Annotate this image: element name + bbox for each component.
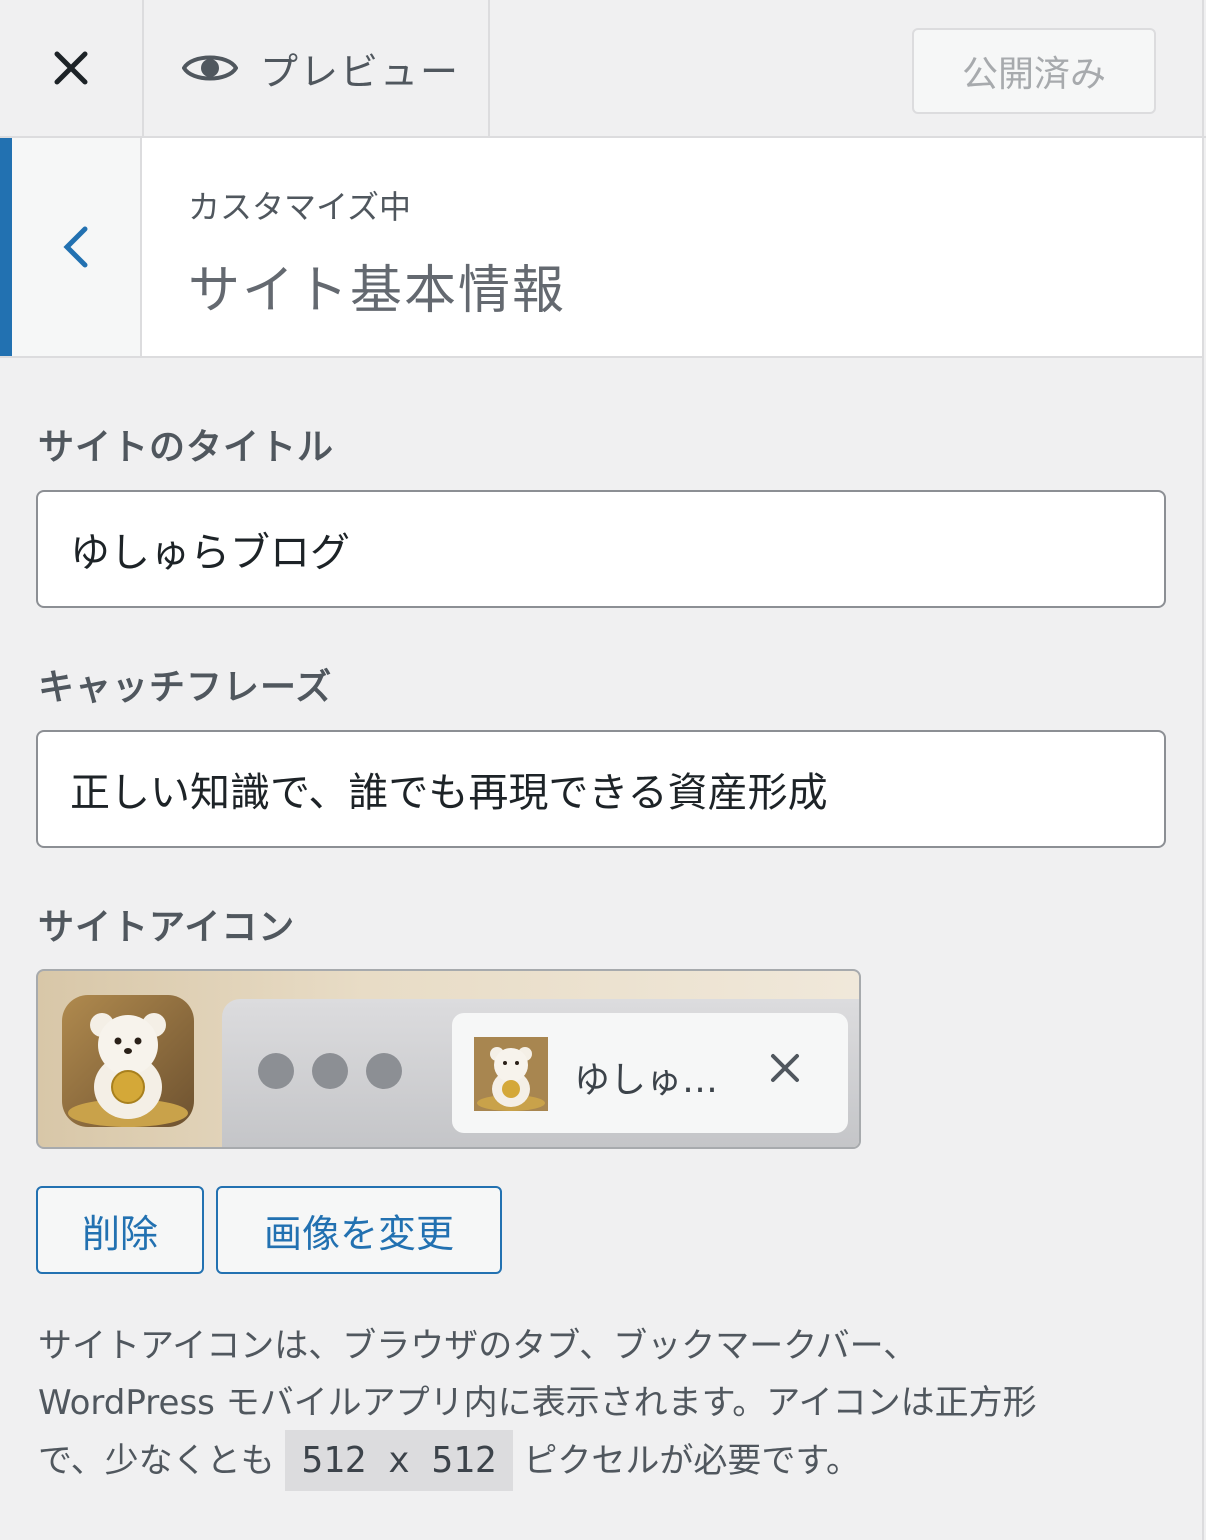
site-icon-preview: ゆしゅ… xyxy=(36,969,861,1149)
site-icon-label: サイトアイコン xyxy=(38,907,296,948)
site-title-input[interactable] xyxy=(36,490,1166,608)
site-icon-description: サイトアイコンは、ブラウザのタブ、ブックマークバー、 WordPress モバイ… xyxy=(38,1318,1168,1491)
window-dot xyxy=(258,1053,294,1089)
tab-title: ゆしゅ… xyxy=(574,1060,719,1101)
change-image-button[interactable]: 画像を変更 xyxy=(216,1186,502,1274)
preview-button[interactable]: プレビュー xyxy=(144,0,490,136)
back-button[interactable] xyxy=(0,138,142,356)
description-line: WordPress モバイルアプリ内に表示されます。アイコンは正方形 xyxy=(38,1383,1037,1423)
close-icon xyxy=(771,1054,799,1082)
close-button[interactable] xyxy=(0,0,144,136)
customizer-header: プレビュー 公開済み xyxy=(0,0,1206,138)
eye-icon xyxy=(182,55,238,81)
site-title-label: サイトのタイトル xyxy=(38,427,335,468)
tagline-input[interactable] xyxy=(36,730,1166,848)
window-dot xyxy=(366,1053,402,1089)
section-title: サイト基本情報 xyxy=(188,261,567,321)
publish-button[interactable]: 公開済み xyxy=(912,28,1156,114)
section-header: カスタマイズ中 サイト基本情報 xyxy=(0,138,1204,358)
tagline-label: キャッチフレーズ xyxy=(38,667,333,708)
chevron-left-icon xyxy=(63,226,88,268)
description-line: ピクセルが必要です。 xyxy=(512,1441,860,1481)
browser-tab: ゆしゅ… xyxy=(452,1013,848,1133)
app-icon-image xyxy=(62,995,194,1127)
window-dot xyxy=(312,1053,348,1089)
remove-icon-button[interactable]: 削除 xyxy=(36,1186,204,1274)
browser-tab-mockup: ゆしゅ… xyxy=(222,999,859,1147)
panel-border xyxy=(1202,0,1204,1540)
description-line: で、少なくとも xyxy=(38,1441,286,1481)
favicon-image xyxy=(474,1037,548,1111)
preview-label: プレビュー xyxy=(260,49,461,94)
size-code: 512 x 512 xyxy=(285,1430,513,1491)
customizing-label: カスタマイズ中 xyxy=(188,188,412,226)
close-icon xyxy=(54,51,88,85)
description-line: サイトアイコンは、ブラウザのタブ、ブックマークバー、 xyxy=(38,1326,918,1366)
